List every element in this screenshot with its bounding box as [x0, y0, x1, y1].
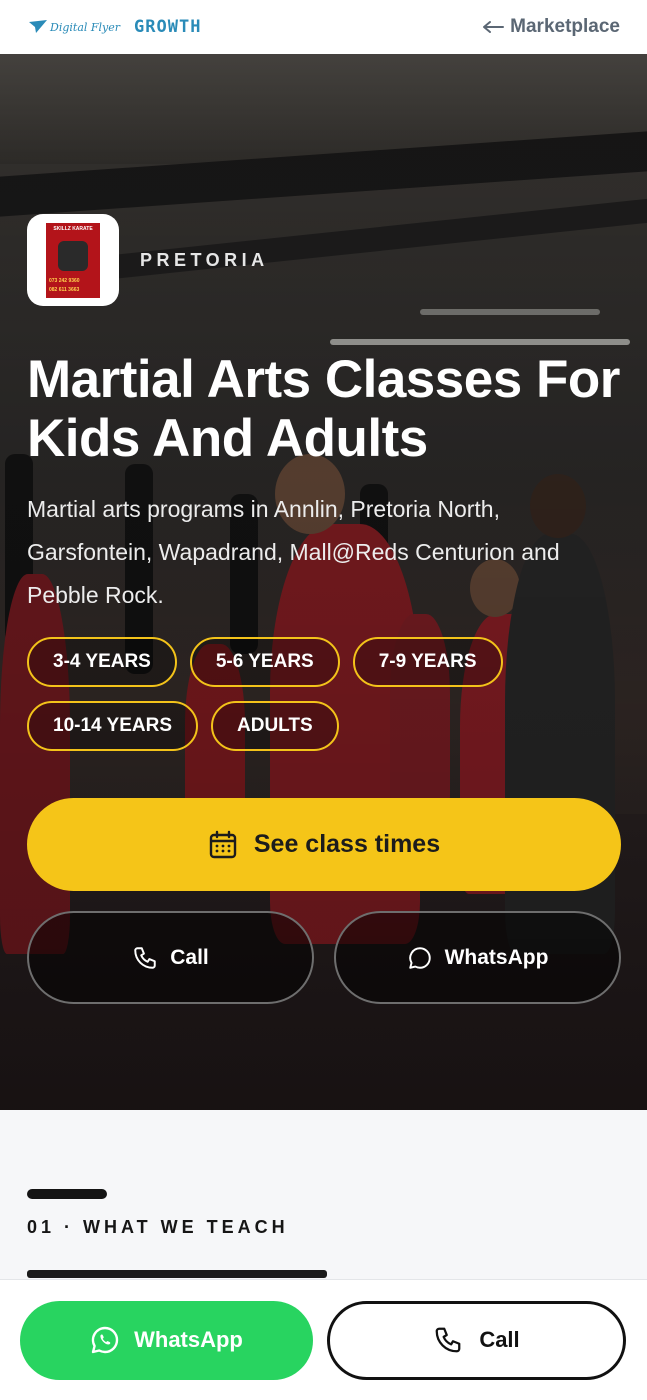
call-label: Call: [479, 1327, 520, 1352]
see-class-times-button[interactable]: See class times: [27, 798, 621, 891]
hero-call-label: Call: [170, 945, 209, 969]
hero-whatsapp-label: WhatsApp: [444, 945, 549, 969]
phone-icon: [134, 946, 156, 969]
paper-plane-icon: [29, 20, 47, 33]
age-tag: 10-14 YEARS: [27, 701, 198, 751]
arrow-left-icon: [483, 21, 505, 33]
business-logo: SKILLZ KARATE 073 242 9360 082 611 3663: [27, 214, 119, 306]
chat-bubble-icon: [408, 946, 431, 969]
hero-call-button[interactable]: Call: [27, 911, 314, 1004]
page-title: Martial Arts Classes For Kids And Adults: [27, 350, 620, 468]
age-tag: ADULTS: [211, 701, 339, 751]
hero-content: SKILLZ KARATE 073 242 9360 082 611 3663 …: [27, 214, 621, 1004]
age-tag: 7-9 YEARS: [352, 637, 503, 687]
location-label: PRETORIA: [140, 250, 269, 270]
section-label: 01 · WHAT WE TEACH: [27, 1217, 289, 1237]
contact-buttons: Call WhatsApp: [27, 911, 621, 1004]
whatsapp-label: WhatsApp: [134, 1327, 243, 1352]
back-link-label: Marketplace: [510, 16, 620, 37]
brand-logo-text: Digital Flyer: [50, 20, 121, 34]
age-tags: 3-4 YEARS 5-6 YEARS 7-9 YEARS 10-14 YEAR…: [27, 637, 621, 751]
hero-section: SKILLZ KARATE 073 242 9360 082 611 3663 …: [0, 54, 647, 1110]
calendar-icon: [209, 830, 237, 858]
sticky-contact-bar: WhatsApp Call: [0, 1279, 647, 1400]
top-bar: Digital Flyer GROWTH Marketplace: [0, 0, 647, 54]
brand-suffix: GROWTH: [134, 17, 202, 37]
hero-whatsapp-button[interactable]: WhatsApp: [334, 911, 621, 1004]
age-tag: 5-6 YEARS: [189, 637, 340, 687]
back-to-marketplace-link[interactable]: Marketplace: [482, 16, 620, 38]
brand[interactable]: Digital Flyer GROWTH: [28, 17, 201, 37]
page-description: Martial arts programs in Annlin, Pretori…: [27, 496, 560, 608]
whatsapp-icon: [91, 1326, 119, 1354]
see-class-times-label: See class times: [253, 830, 441, 858]
section-divider: [27, 1189, 107, 1199]
phone-icon: [435, 1327, 461, 1353]
business-flyer-image: SKILLZ KARATE 073 242 9360 082 611 3663: [46, 222, 100, 298]
whatsapp-button[interactable]: WhatsApp: [20, 1300, 313, 1380]
age-tag: 3-4 YEARS: [27, 637, 177, 687]
brand-logo: Digital Flyer: [28, 19, 120, 35]
call-button[interactable]: Call: [327, 1300, 626, 1380]
